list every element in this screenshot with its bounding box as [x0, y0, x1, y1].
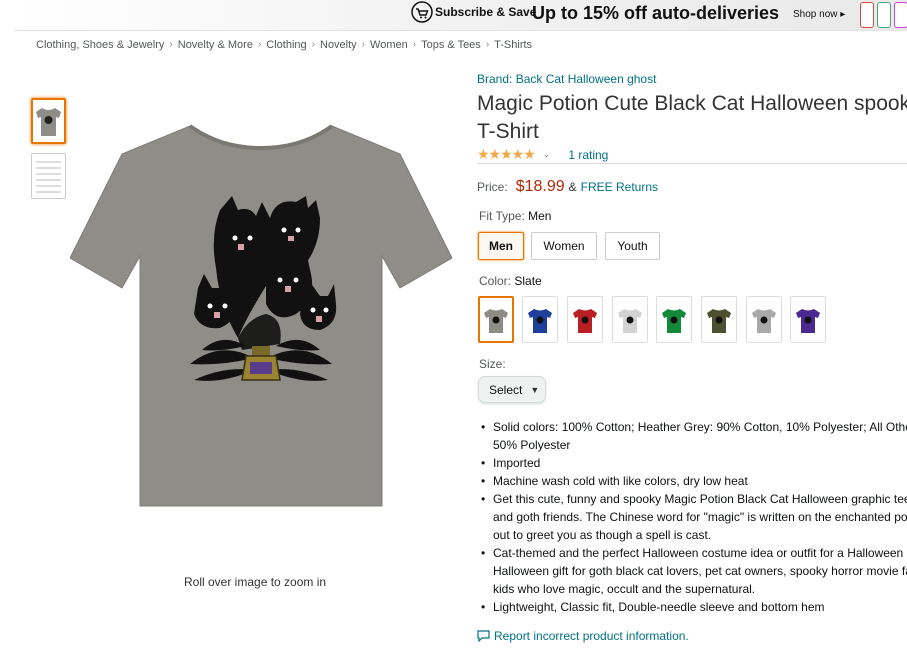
price-amp: &	[568, 180, 577, 194]
subscribe-save-logo: Subscribe & Save	[411, 1, 536, 23]
breadcrumb-separator-icon: ›	[257, 39, 262, 50]
size-label: Size:	[479, 357, 506, 371]
report-link[interactable]: Report incorrect product information.	[477, 629, 689, 643]
cart-icon	[411, 1, 433, 23]
feature-bullet: Machine wash cold with like colors, dry …	[480, 472, 907, 490]
feature-bullet: Imported	[480, 454, 907, 472]
subscribe-save-label: Subscribe & Save	[435, 5, 537, 19]
feature-bullet: Get this cute, funny and spooky Magic Po…	[480, 490, 907, 544]
feature-bullet: Cat-themed and the perfect Halloween cos…	[480, 544, 907, 598]
breadcrumb: Clothing, Shoes & Jewelry › Novelty & More…	[36, 39, 532, 51]
report-link-label[interactable]: Report incorrect product information.	[494, 629, 689, 643]
thumbnail-size-chart[interactable]	[31, 153, 66, 199]
chevron-down-icon: ▼	[530, 384, 540, 395]
product-title: Magic Potion Cute Black Cat Halloween sp…	[477, 92, 907, 143]
chevron-down-icon[interactable]: ⌄	[543, 149, 551, 160]
feature-bullet: Lightweight, Classic fit, Double-needle …	[480, 598, 907, 616]
breadcrumb-link[interactable]: T-Shirts	[494, 39, 532, 51]
breadcrumb-separator-icon: ›	[311, 39, 315, 50]
size-select-value: Select	[489, 382, 523, 397]
thumbnail-shirt[interactable]	[31, 98, 66, 144]
color-swatch[interactable]	[746, 296, 782, 343]
color-selected: Slate	[514, 274, 542, 288]
color-swatch[interactable]	[612, 296, 648, 343]
feature-bullets: Solid colors: 100% Cotton; Heather Grey:…	[480, 418, 907, 616]
color-swatch[interactable]	[522, 296, 558, 343]
shop-now-link[interactable]: Shop now ▸	[793, 9, 845, 20]
rating-row: ★★★★★ ⌄ 1 rating	[477, 146, 608, 163]
fit-type-label-text: Fit Type:	[479, 209, 525, 223]
promo-headline: Up to 15% off auto-deliveries	[532, 3, 780, 23]
breadcrumb-link[interactable]: Women	[370, 39, 408, 51]
star-rating-icon[interactable]: ★★★★★	[477, 146, 536, 163]
breadcrumb-link[interactable]: Novelty	[320, 39, 357, 51]
fit-type-label: Fit Type: Men	[479, 209, 551, 223]
color-swatch[interactable]	[790, 296, 826, 343]
brand-link[interactable]: Brand: Back Cat Halloween ghost	[477, 72, 656, 86]
feature-bullet: Solid colors: 100% Cotton; Heather Grey:…	[480, 418, 907, 454]
size-select[interactable]: Select ▼	[478, 376, 546, 403]
price-row: Price: $18.99 & FREE Returns	[477, 178, 658, 196]
color-swatch[interactable]	[478, 296, 514, 343]
breadcrumb-separator-icon: ›	[412, 39, 417, 50]
fit-type-selected: Men	[528, 209, 552, 223]
breadcrumb-link[interactable]: Tops & Tees	[421, 39, 481, 51]
zoom-hint: Roll over image to zoom in	[184, 575, 327, 589]
price-value: $18.99	[515, 178, 565, 195]
promo-product-image	[860, 2, 907, 30]
fit-option-youth[interactable]: Youth	[605, 232, 660, 260]
product-image[interactable]	[70, 118, 452, 510]
color-swatch[interactable]	[567, 296, 603, 343]
fit-option-women[interactable]: Women	[531, 232, 597, 260]
breadcrumb-separator-icon: ›	[485, 39, 490, 50]
price-label: Price:	[477, 180, 508, 194]
free-returns-link[interactable]: FREE Returns	[581, 180, 658, 194]
color-label: Color: Slate	[479, 274, 542, 288]
rating-count-link[interactable]: 1 rating	[568, 148, 608, 162]
breadcrumb-separator-icon: ›	[169, 39, 173, 50]
comment-icon	[477, 630, 490, 642]
breadcrumb-link[interactable]: Novelty & More	[178, 39, 253, 51]
breadcrumb-link[interactable]: Clothing, Shoes & Jewelry	[36, 39, 164, 51]
promo-banner[interactable]: Subscribe & Save Up to 15% off auto-deli…	[14, 0, 907, 31]
color-swatch[interactable]	[656, 296, 692, 343]
divider	[477, 163, 907, 164]
breadcrumb-link[interactable]: Clothing	[266, 39, 306, 51]
fit-option-men[interactable]: Men	[478, 232, 524, 260]
breadcrumb-separator-icon: ›	[361, 39, 366, 50]
color-label-text: Color:	[479, 274, 512, 288]
color-swatch[interactable]	[701, 296, 737, 343]
